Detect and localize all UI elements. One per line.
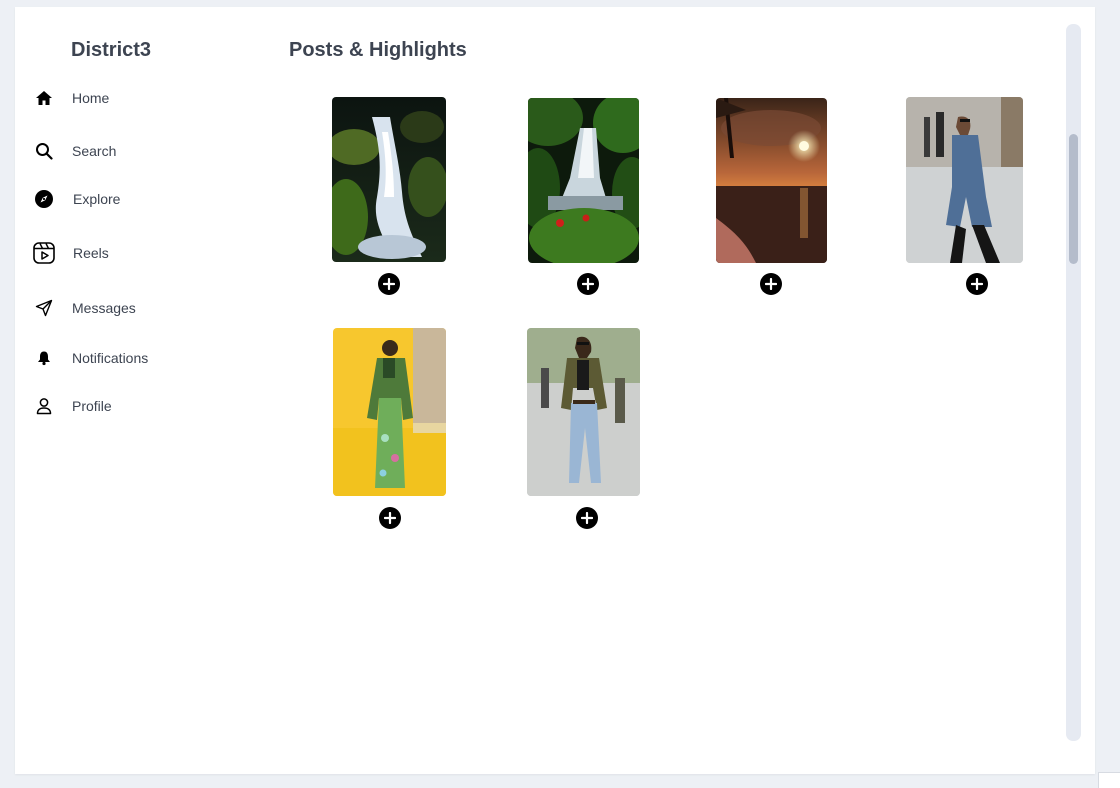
add-highlight-button[interactable] — [379, 507, 401, 529]
brand-title: District3 — [71, 39, 152, 61]
post-image[interactable] — [527, 328, 640, 496]
sidebar-item-explore[interactable]: Explore — [33, 186, 120, 212]
user-icon — [33, 395, 55, 417]
sidebar-item-reels[interactable]: Reels — [33, 240, 109, 266]
sidebar-item-label: Home — [72, 90, 110, 106]
reels-icon — [33, 242, 55, 264]
post-image[interactable] — [906, 97, 1023, 263]
add-highlight-button[interactable] — [577, 273, 599, 295]
plus-circle-icon — [383, 278, 395, 290]
plus-circle-icon — [581, 512, 593, 524]
window-corner — [1098, 772, 1120, 788]
post-image[interactable] — [716, 98, 827, 263]
add-highlight-button[interactable] — [378, 273, 400, 295]
sidebar-item-home[interactable]: Home — [33, 85, 109, 111]
sidebar-item-label: Notifications — [72, 350, 149, 366]
post-image[interactable] — [332, 97, 446, 262]
sidebar-item-label: Messages — [72, 300, 136, 316]
sidebar-item-label: Profile — [72, 398, 112, 414]
page-title: Posts & Highlights — [289, 39, 467, 61]
main-card: District3 Home Search Explore Reels Mess… — [15, 7, 1095, 774]
sidebar-item-label: Search — [72, 143, 117, 159]
plus-circle-icon — [384, 512, 396, 524]
paper-plane-icon — [33, 297, 55, 319]
plus-circle-icon — [582, 278, 594, 290]
sidebar-item-label: Reels — [73, 245, 109, 261]
compass-icon — [33, 188, 55, 210]
bell-icon — [33, 347, 55, 369]
add-highlight-button[interactable] — [966, 273, 988, 295]
sidebar-item-search[interactable]: Search — [33, 138, 116, 164]
sidebar-item-label: Explore — [73, 191, 121, 207]
search-icon — [33, 140, 55, 162]
sidebar-item-messages[interactable]: Messages — [33, 295, 136, 321]
home-icon — [33, 87, 55, 109]
add-highlight-button[interactable] — [760, 273, 782, 295]
sidebar-item-notifications[interactable]: Notifications — [33, 345, 148, 371]
sidebar-item-profile[interactable]: Profile — [33, 393, 112, 419]
scrollbar-track[interactable] — [1066, 24, 1081, 741]
plus-circle-icon — [971, 278, 983, 290]
post-image[interactable] — [333, 328, 446, 496]
post-image[interactable] — [528, 98, 639, 263]
add-highlight-button[interactable] — [576, 507, 598, 529]
plus-circle-icon — [765, 278, 777, 290]
scrollbar-thumb[interactable] — [1069, 134, 1078, 264]
